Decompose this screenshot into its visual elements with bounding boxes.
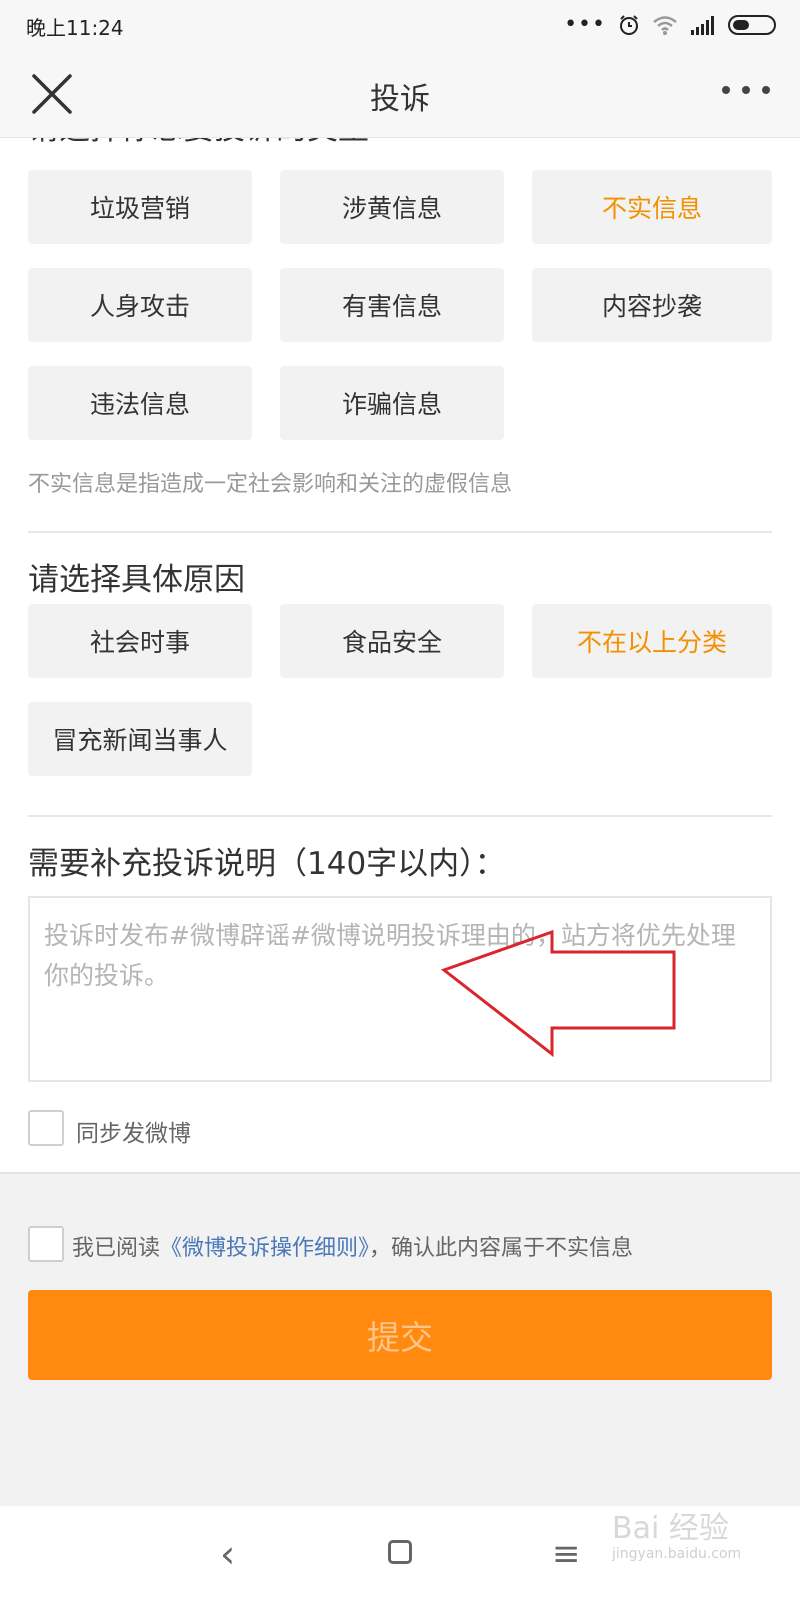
status-icons: ••• xyxy=(564,12,776,38)
more-options-icon[interactable] xyxy=(722,86,770,98)
submit-button[interactable]: 提交 xyxy=(28,1290,772,1380)
alarm-icon xyxy=(620,15,638,35)
agreement-checkbox[interactable] xyxy=(28,1226,64,1262)
status-bar: 晚上11:24 ••• xyxy=(0,0,800,50)
type-tag-fraud-info[interactable]: 诈骗信息 xyxy=(280,366,504,440)
reason-tag-impersonation[interactable]: 冒充新闻当事人 xyxy=(28,702,252,776)
wifi-icon xyxy=(653,16,677,35)
type-tag-illegal-info[interactable]: 违法信息 xyxy=(28,366,252,440)
menu-icon[interactable]: ≡ xyxy=(552,1534,581,1574)
page-title: 投诉 xyxy=(370,82,430,117)
reason-tag-other[interactable]: 不在以上分类 xyxy=(532,604,772,678)
notification-dots-icon: ••• xyxy=(564,12,606,37)
divider xyxy=(28,815,772,817)
type-tag-personal-attack[interactable]: 人身攻击 xyxy=(28,268,252,342)
rules-link[interactable]: 《微博投诉操作细则》 xyxy=(160,1236,369,1261)
watermark-sub: jingyan.baidu.com xyxy=(612,1546,742,1562)
explanation-title: 需要补充投诉说明（140字以内）： xyxy=(28,846,506,882)
sync-weibo-label: 同步发微博 xyxy=(76,1121,191,1147)
reason-tag-food-safety[interactable]: 食品安全 xyxy=(280,604,504,678)
sync-weibo-checkbox[interactable] xyxy=(28,1110,64,1146)
reason-tag-social-events[interactable]: 社会时事 xyxy=(28,604,252,678)
agreement-text: 我已阅读《微博投诉操作细则》，确认此内容属于不实信息 xyxy=(72,1230,633,1262)
battery-icon xyxy=(728,15,776,35)
watermark-main: Bai 经验 xyxy=(612,1511,729,1546)
type-tag-harmful-info[interactable]: 有害信息 xyxy=(280,268,504,342)
agreement-suffix: ，确认此内容属于不实信息 xyxy=(369,1236,634,1261)
type-tag-porn[interactable]: 涉黄信息 xyxy=(280,170,504,244)
status-time: 晚上11:24 xyxy=(26,16,124,40)
agreement-prefix: 我已阅读 xyxy=(72,1236,161,1261)
baidu-watermark: Bai 经验 jingyan.baidu.com xyxy=(612,1512,762,1582)
signal-icon xyxy=(691,16,714,35)
nav-bar: 投诉 xyxy=(0,50,800,138)
reason-section-title: 请选择具体原因 xyxy=(28,562,245,598)
type-hint-text: 不实信息是指造成一定社会影响和关注的虚假信息 xyxy=(28,472,513,497)
type-tag-plagiarism[interactable]: 内容抄袭 xyxy=(532,268,772,342)
back-icon[interactable]: ‹ xyxy=(220,1532,235,1576)
type-tag-spam[interactable]: 垃圾营销 xyxy=(28,170,252,244)
type-tag-false-info[interactable]: 不实信息 xyxy=(532,170,772,244)
explanation-textarea[interactable]: 投诉时发布#微博辟谣#微博说明投诉理由的，站方将优先处理你的投诉。 xyxy=(28,896,772,1082)
home-icon[interactable] xyxy=(388,1540,412,1564)
divider xyxy=(28,531,772,533)
